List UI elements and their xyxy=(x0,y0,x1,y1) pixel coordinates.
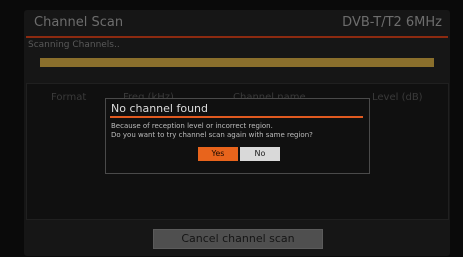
dialog-message-line-1: Because of reception level or incorrect … xyxy=(111,122,273,130)
scan-progress-bar xyxy=(40,58,434,67)
header-divider xyxy=(26,36,448,38)
dialog-message-line-2: Do you want to try channel scan again wi… xyxy=(111,131,313,139)
no-channel-dialog: No channel found Because of reception le… xyxy=(105,98,370,174)
scan-progress-fill xyxy=(40,58,434,67)
broadcast-mode: DVB-T/T2 6MHz xyxy=(342,15,442,30)
dialog-divider xyxy=(110,116,363,118)
dialog-title: No channel found xyxy=(111,102,209,115)
cancel-scan-button[interactable]: Cancel channel scan xyxy=(153,229,323,249)
yes-button[interactable]: Yes xyxy=(198,147,238,161)
dialog-message: Because of reception level or incorrect … xyxy=(111,122,313,140)
page-title: Channel Scan xyxy=(34,15,124,30)
column-level: Level (dB) xyxy=(372,92,423,103)
no-button[interactable]: No xyxy=(240,147,280,161)
scan-status-text: Scanning Channels.. xyxy=(28,40,120,50)
tv-screen: Channel Scan DVB-T/T2 6MHz Scanning Chan… xyxy=(0,0,463,257)
column-format: Format xyxy=(51,92,87,103)
